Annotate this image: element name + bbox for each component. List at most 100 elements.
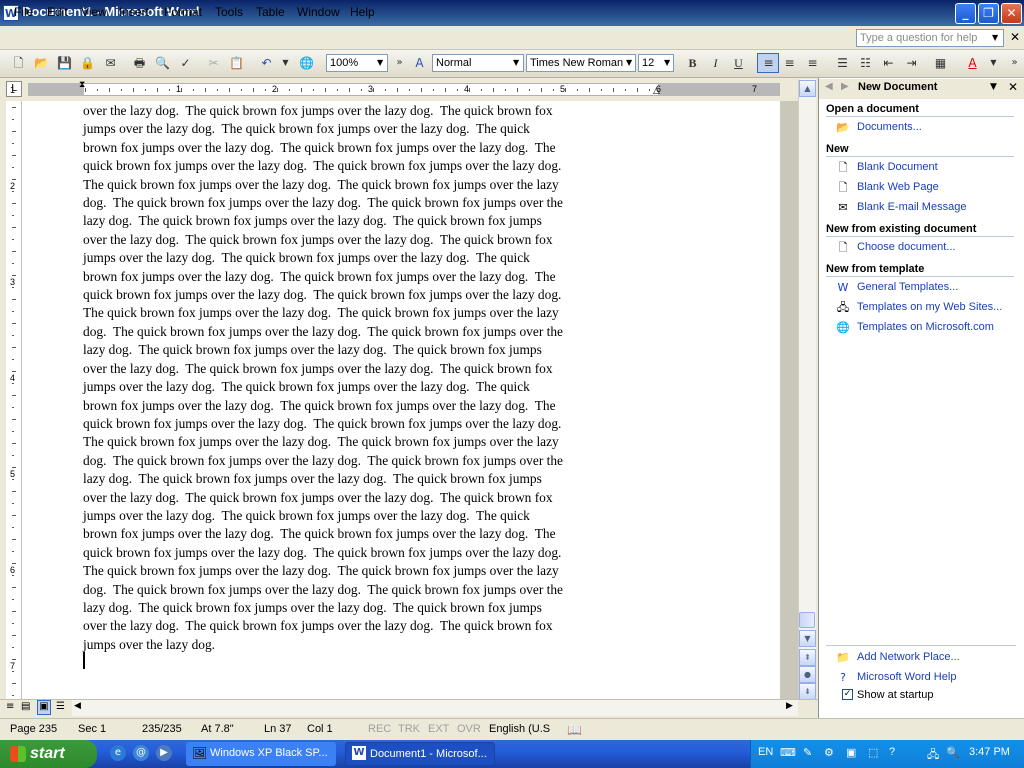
menu-window[interactable]: Window (297, 5, 340, 19)
new-document-icon[interactable]: 🗋 (10, 55, 27, 71)
scroll-right-icon[interactable]: ▶ (786, 701, 793, 711)
document-line[interactable]: dog. The quick brown fox jumps over the … (83, 452, 663, 470)
document-line[interactable]: The quick brown fox jumps over the lazy … (83, 562, 663, 580)
font-color-icon[interactable]: A (964, 55, 981, 71)
search-icon[interactable]: 🔍 (946, 746, 960, 759)
outline-view-icon[interactable]: ☰ (56, 701, 65, 712)
menu-view[interactable]: View (81, 5, 107, 19)
globe-icon[interactable]: 🌐 (298, 55, 315, 71)
document-line[interactable]: jumps over the lazy dog. The quick brown… (83, 120, 663, 138)
print-preview-icon[interactable]: 🔍 (154, 55, 171, 71)
document-line[interactable]: The quick brown fox jumps over the lazy … (83, 433, 663, 451)
minimize-button[interactable]: _ (955, 3, 976, 24)
blank-web-page-link[interactable]: Blank Web Page (857, 181, 939, 193)
undo-icon[interactable]: ↶ (258, 55, 275, 71)
document-line[interactable]: lazy dog. The quick brown fox jumps over… (83, 341, 663, 359)
document-line[interactable]: over the lazy dog. The quick brown fox j… (83, 489, 663, 507)
size-dropdown-icon[interactable]: ▼ (664, 58, 670, 67)
align-center-icon[interactable]: ≡ (781, 55, 798, 71)
style-select[interactable]: Normal (432, 54, 524, 72)
document-line[interactable]: over the lazy dog. The quick brown fox j… (83, 360, 663, 378)
document-line[interactable]: lazy dog. The quick brown fox jumps over… (83, 599, 663, 617)
choose-document-link[interactable]: Choose document... (857, 241, 955, 253)
blank-email-link[interactable]: Blank E-mail Message (857, 201, 966, 213)
spelling-icon[interactable]: ✓ (177, 55, 194, 71)
close-document-icon[interactable]: ✕ (1010, 30, 1020, 44)
document-line[interactable]: brown fox jumps over the lazy dog. The q… (83, 397, 663, 415)
menu-edit[interactable]: Edit (47, 5, 68, 19)
document-line[interactable]: jumps over the lazy dog. The quick brown… (83, 507, 663, 525)
blank-document-link[interactable]: Blank Document (857, 161, 938, 173)
menu-help[interactable]: Help (350, 5, 375, 19)
border-icon[interactable]: ▦ (932, 55, 949, 71)
numbering-icon[interactable]: ☰ (834, 55, 851, 71)
document-line[interactable]: over the lazy dog. The quick brown fox j… (83, 102, 663, 120)
paste-icon[interactable]: 📋 (228, 55, 245, 71)
font-color-dropdown-icon[interactable]: ▼ (985, 55, 1002, 71)
styles-icon[interactable]: A (411, 55, 428, 71)
back-arrow-icon[interactable]: ◀ (825, 81, 833, 92)
document-line[interactable]: quick brown fox jumps over the lazy dog.… (83, 415, 663, 433)
document-line[interactable]: dog. The quick brown fox jumps over the … (83, 194, 663, 212)
previous-page-icon[interactable]: ⇞ (799, 649, 816, 666)
menu-table[interactable]: Table (256, 5, 285, 19)
documents-link[interactable]: Documents... (857, 121, 922, 133)
document-line[interactable]: over the lazy dog. The quick brown fox j… (83, 231, 663, 249)
decrease-indent-icon[interactable]: ⇤ (880, 55, 897, 71)
document-line[interactable]: dog. The quick brown fox jumps over the … (83, 581, 663, 599)
menu-format[interactable]: Format (164, 5, 202, 19)
font-dropdown-icon[interactable]: ▼ (626, 58, 632, 67)
save-icon[interactable]: 💾 (56, 55, 73, 71)
document-line[interactable]: dog. The quick brown fox jumps over the … (83, 323, 663, 341)
menu-file[interactable]: File (14, 5, 33, 19)
horizontal-scrollbar[interactable] (72, 700, 798, 716)
document-line[interactable]: jumps over the lazy dog. (83, 636, 663, 654)
language-indicator[interactable]: EN (758, 746, 773, 758)
document-line[interactable]: The quick brown fox jumps over the lazy … (83, 304, 663, 322)
select-browse-object-icon[interactable]: ● (799, 666, 816, 683)
menu-tools[interactable]: Tools (215, 5, 243, 19)
permission-icon[interactable]: 🔒 (79, 55, 96, 71)
taskbar-item-document1[interactable]: Document1 - Microsof... (345, 742, 495, 766)
status-language[interactable]: English (U.S (489, 723, 550, 735)
next-page-icon[interactable]: ⇟ (799, 683, 816, 700)
document-line[interactable]: over the lazy dog. The quick brown fox j… (83, 617, 663, 635)
media-player-icon[interactable]: ▶ (156, 745, 172, 761)
print-layout-icon[interactable]: ▣ (37, 700, 51, 715)
general-templates-link[interactable]: General Templates... (857, 281, 958, 293)
italic-button[interactable]: I (707, 55, 724, 71)
document-line[interactable]: quick brown fox jumps over the lazy dog.… (83, 544, 663, 562)
open-folder-icon[interactable]: 📂 (33, 55, 50, 71)
status-rec[interactable]: REC (368, 723, 391, 735)
keyboard-icon[interactable]: ⌨ (780, 746, 796, 759)
forward-arrow-icon[interactable]: ▶ (841, 81, 849, 92)
close-button[interactable]: ✕ (1001, 3, 1022, 24)
arrow-icon[interactable]: ⬚ (868, 746, 878, 759)
status-ovr[interactable]: OVR (457, 723, 481, 735)
document-line[interactable]: lazy dog. The quick brown fox jumps over… (83, 470, 663, 488)
network-icon[interactable]: 🖧 (927, 746, 939, 765)
scroll-up-icon[interactable]: ▲ (799, 80, 816, 97)
document-line[interactable]: lazy dog. The quick brown fox jumps over… (83, 212, 663, 230)
cut-icon[interactable]: ✂ (205, 55, 222, 71)
print-icon[interactable]: 🖶 (131, 55, 148, 71)
align-right-icon[interactable]: ≡ (804, 55, 821, 71)
toolbar-options-icon[interactable]: » (391, 55, 408, 71)
add-network-place-link[interactable]: Add Network Place... (857, 651, 960, 663)
vertical-scrollbar[interactable] (798, 79, 816, 699)
indent-marker-icon[interactable]: ⧗ (79, 80, 85, 90)
document-line[interactable]: brown fox jumps over the lazy dog. The q… (83, 268, 663, 286)
chevron-down-icon[interactable]: ▼ (992, 33, 998, 42)
web-layout-icon[interactable]: ▤ (21, 701, 30, 712)
toolbar-more-icon[interactable]: » (1006, 55, 1023, 71)
taskbar-item-windows-xp[interactable]: Windows XP Black SP... (186, 742, 336, 766)
scroll-thumb[interactable] (799, 612, 815, 628)
clock[interactable]: 3:47 PM (969, 746, 1010, 758)
pen-icon[interactable]: ✎ (803, 746, 812, 759)
document-body[interactable]: over the lazy dog. The quick brown fox j… (83, 102, 663, 654)
tools-icon[interactable]: ⚙ (824, 746, 834, 759)
status-ext[interactable]: EXT (428, 723, 449, 735)
document-line[interactable]: jumps over the lazy dog. The quick brown… (83, 378, 663, 396)
document-line[interactable]: brown fox jumps over the lazy dog. The q… (83, 525, 663, 543)
task-pane-menu-icon[interactable]: ▼ (990, 82, 997, 92)
